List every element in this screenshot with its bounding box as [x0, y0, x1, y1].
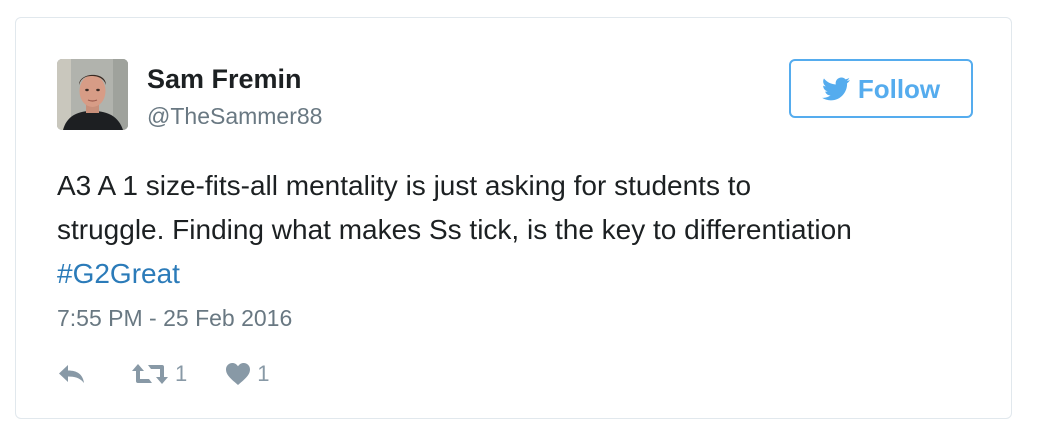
tweet-text-line-2: struggle. Finding what makes Ss tick, is…: [57, 214, 852, 245]
avatar[interactable]: [57, 59, 128, 130]
heart-icon: [226, 363, 251, 385]
hashtag-link[interactable]: #G2Great: [57, 252, 997, 296]
retweet-icon: [132, 364, 168, 384]
tweet-text: A3 A 1 size-fits-all mentality is just a…: [57, 164, 997, 296]
twitter-bird-icon: [821, 76, 850, 100]
reply-button[interactable]: [57, 363, 87, 385]
tweet-text-line-1: A3 A 1 size-fits-all mentality is just a…: [57, 170, 752, 201]
reply-arrow-icon: [59, 365, 84, 383]
author-name[interactable]: Sam Fremin: [147, 63, 302, 95]
follow-label: Follow: [857, 73, 941, 104]
tweet-card: Sam Fremin @TheSammer88 Follow A3 A 1 si…: [15, 17, 1012, 419]
author-handle[interactable]: @TheSammer88: [147, 102, 322, 130]
like-count: 1: [257, 361, 270, 386]
follow-button[interactable]: Follow: [789, 59, 973, 118]
like-button[interactable]: 1: [225, 361, 270, 387]
retweet-count: 1: [175, 361, 188, 386]
tweet-actions: 1 1: [57, 358, 270, 390]
retweet-button[interactable]: 1: [131, 361, 187, 387]
tweet-timestamp[interactable]: 7:55 PM - 25 Feb 2016: [57, 303, 292, 333]
